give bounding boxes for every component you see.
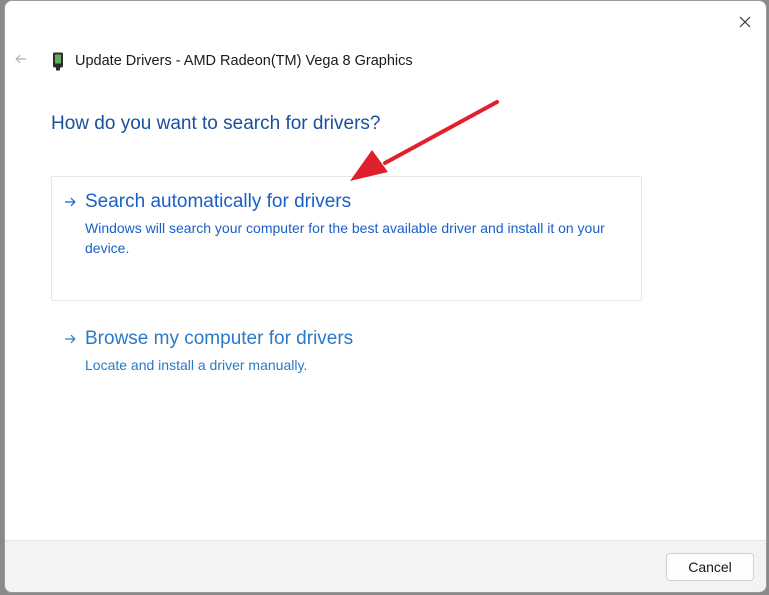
option-title: Browse my computer for drivers: [85, 328, 354, 349]
right-arrow-icon: [62, 194, 78, 210]
close-icon: [739, 16, 751, 28]
dialog-footer: Cancel: [5, 540, 766, 592]
option-description: Locate and install a driver manually.: [85, 357, 308, 373]
cancel-button[interactable]: Cancel: [666, 553, 754, 581]
update-drivers-dialog: Update Drivers - AMD Radeon(TM) Vega 8 G…: [4, 0, 767, 593]
option-description: Windows will search your computer for th…: [85, 220, 605, 256]
title-bar: Update Drivers - AMD Radeon(TM) Vega 8 G…: [51, 50, 413, 72]
option-title: Search automatically for drivers: [85, 191, 352, 212]
close-button[interactable]: [728, 7, 762, 37]
back-arrow-icon: [15, 54, 26, 64]
search-automatically-option[interactable]: Search automatically for drivers Windows…: [51, 176, 642, 301]
browse-computer-option[interactable]: Browse my computer for drivers Locate an…: [51, 313, 642, 393]
back-button[interactable]: [9, 47, 33, 71]
right-arrow-icon: [62, 331, 78, 347]
display-adapter-icon: [51, 51, 65, 71]
page-heading: How do you want to search for drivers?: [51, 113, 381, 134]
window-title: Update Drivers - AMD Radeon(TM) Vega 8 G…: [75, 53, 413, 69]
